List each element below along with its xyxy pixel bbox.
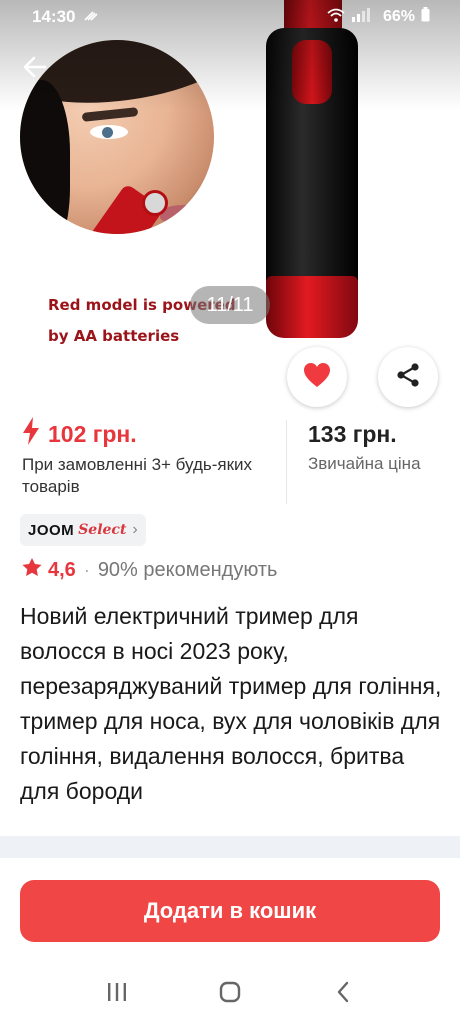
image-caption-line2: by AA batteries — [48, 327, 180, 345]
section-divider — [0, 836, 460, 858]
notification-icon — [83, 7, 99, 27]
signal-icon — [351, 7, 377, 27]
back-arrow-icon — [23, 56, 47, 83]
select-logo: Select — [78, 522, 127, 538]
status-bar: 14:30 66% — [0, 0, 460, 34]
promo-price-section: 102 грн. При замовленні 3+ будь-яких тов… — [22, 417, 272, 498]
recent-apps-button[interactable] — [97, 974, 137, 1014]
price-block: 102 грн. При замовленні 3+ будь-яких тов… — [0, 412, 460, 504]
rating-row[interactable]: 4,6 · 90% рекомендують — [22, 555, 277, 585]
share-icon — [395, 362, 421, 393]
battery-percent: 66% — [382, 8, 415, 25]
image-counter: 11/11 — [190, 286, 270, 324]
rating-value: 4,6 — [48, 558, 76, 581]
regular-price-section: 133 грн. Звичайна ціна — [308, 418, 421, 474]
rating-separator: · — [83, 559, 90, 580]
product-image-gallery[interactable]: Red model is powered by AA batteries — [0, 0, 460, 412]
share-button[interactable] — [378, 347, 438, 407]
joom-select-badge[interactable]: JOOM Select › — [20, 514, 146, 546]
recommend-percent: 90% рекомендують — [97, 558, 278, 581]
status-time: 14:30 — [32, 7, 76, 26]
product-title: Новий електричний тример для волосся в н… — [20, 603, 442, 804]
joom-logo: JOOM — [28, 521, 75, 539]
home-button[interactable] — [210, 974, 250, 1014]
lightning-icon — [22, 417, 40, 451]
home-icon — [219, 981, 241, 1008]
bottom-action-bar: Додати в кошик — [0, 858, 460, 964]
heart-icon — [303, 362, 331, 393]
system-navigation-bar — [0, 964, 460, 1024]
system-back-button[interactable] — [323, 974, 363, 1014]
price-divider — [286, 420, 287, 504]
battery-icon — [421, 7, 430, 27]
back-button[interactable] — [20, 54, 50, 84]
wifi-icon — [327, 8, 345, 27]
recent-apps-icon — [106, 982, 128, 1007]
add-to-cart-button[interactable]: Додати в кошик — [20, 880, 440, 942]
promo-price: 102 грн. — [48, 420, 137, 447]
promo-condition: При замовленні 3+ будь-яких товарів — [22, 455, 253, 496]
star-icon — [22, 558, 42, 582]
chevron-left-icon — [336, 981, 350, 1008]
regular-price: 133 грн. — [308, 420, 397, 447]
regular-price-label: Звичайна ціна — [308, 454, 421, 473]
favorite-button[interactable] — [287, 347, 347, 407]
chevron-right-icon: › — [132, 521, 138, 538]
